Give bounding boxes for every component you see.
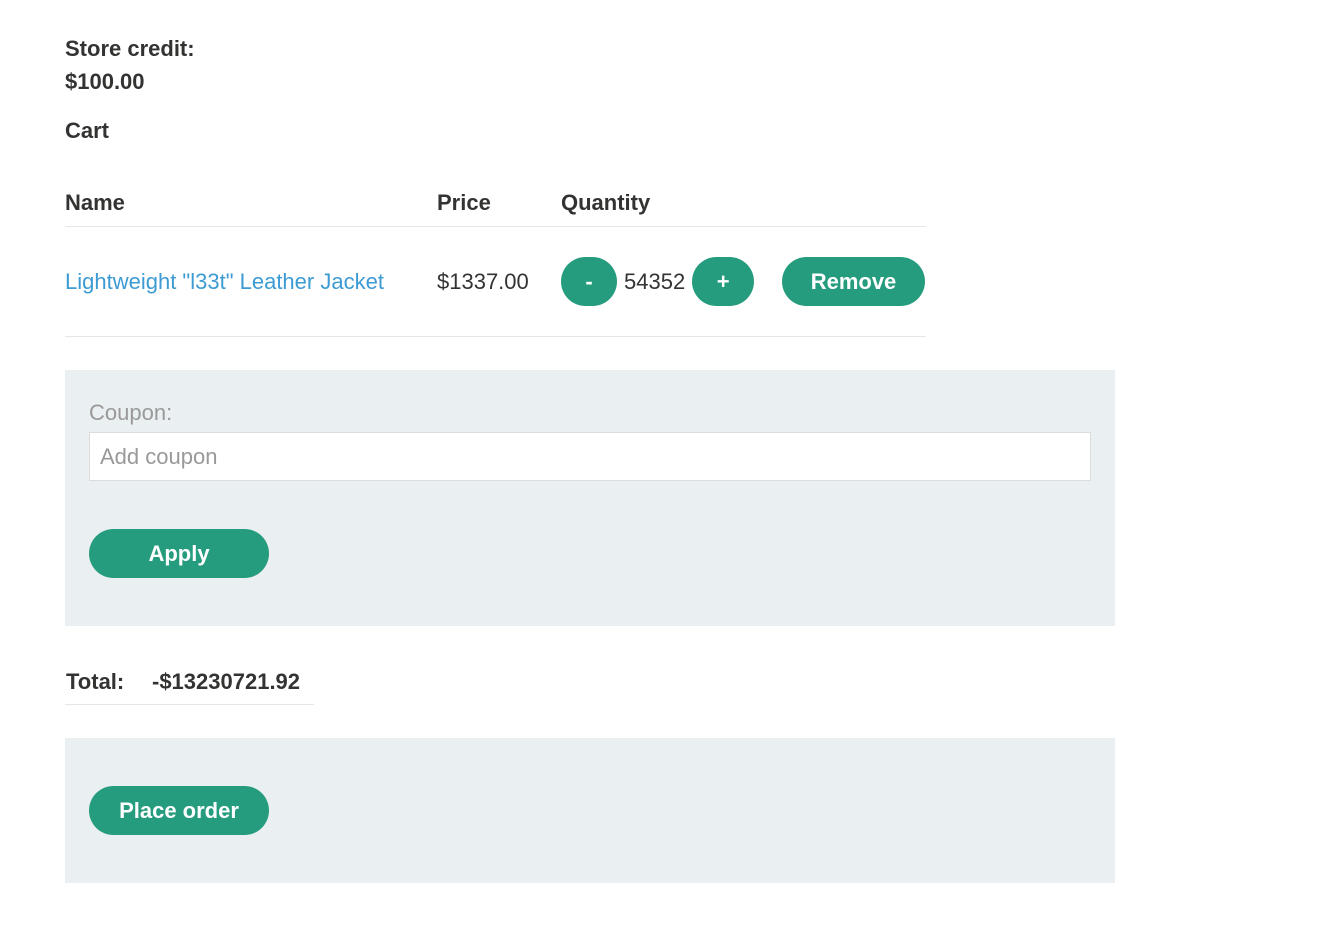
column-header-price: Price [437,190,491,215]
product-name-cell: Lightweight "l33t" Leather Jacket [65,227,384,336]
store-credit-value: $100.00 [65,69,145,94]
total-value: -$13230721.92 [152,669,301,694]
increment-quantity-button[interactable]: + [692,257,755,306]
cart-table: Name Price Quantity Lightweight "l33t" L… [65,178,926,337]
column-header-quantity: Quantity [561,190,651,215]
product-link[interactable]: Lightweight "l33t" Leather Jacket [65,269,384,295]
cart-heading: Cart [65,118,110,143]
quantity-stepper: - 54352 + [561,227,755,336]
product-price: $1337.00 [437,268,529,294]
quantity-value: 54352 [624,268,686,294]
remove-cell: Remove [782,227,925,336]
place-order-panel: Place order [65,738,1115,883]
store-credit-label: Store credit: [65,36,195,61]
place-order-button[interactable]: Place order [89,786,269,835]
coupon-panel: Coupon: Apply [65,370,1115,626]
coupon-label: Coupon: [89,400,173,425]
table-row: Lightweight "l33t" Leather Jacket $1337.… [65,227,926,337]
cart-table-header: Name Price Quantity [65,178,926,227]
apply-coupon-button[interactable]: Apply [89,529,269,578]
decrement-quantity-button[interactable]: - [561,257,617,306]
remove-item-button[interactable]: Remove [782,257,925,306]
total-label: Total: [66,669,125,694]
coupon-input[interactable] [89,432,1091,481]
total-row: Total: -$13230721.92 [65,660,314,705]
column-header-name: Name [65,190,125,215]
